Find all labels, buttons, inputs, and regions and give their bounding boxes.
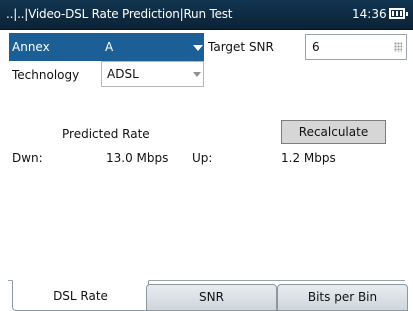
technology-select[interactable]: ADSL — [101, 61, 204, 87]
downstream-value: 13.0 Mbps — [106, 151, 169, 165]
target-snr-label: Target SNR — [208, 40, 274, 54]
tab-dsl-rate[interactable]: DSL Rate — [12, 280, 149, 311]
dropdown-arrow-icon[interactable] — [193, 45, 203, 51]
downstream-label: Dwn: — [12, 151, 43, 165]
annex-label: Annex — [12, 40, 50, 54]
target-snr-value: 6 — [312, 40, 320, 54]
annex-select[interactable]: Annex A — [9, 33, 204, 61]
upstream-value: 1.2 Mbps — [281, 151, 336, 165]
upstream-label: Up: — [192, 151, 213, 165]
keypad-icon[interactable] — [394, 42, 402, 52]
predicted-rate-heading: Predicted Rate — [62, 127, 150, 141]
technology-label: Technology — [12, 68, 80, 82]
breadcrumb-title: ..|..|Video-DSL Rate Prediction|Run Test — [6, 7, 233, 21]
title-bar: ..|..|Video-DSL Rate Prediction|Run Test… — [0, 0, 413, 30]
tab-snr[interactable]: SNR — [146, 284, 277, 311]
tab-bits-per-bin[interactable]: Bits per Bin — [277, 284, 408, 311]
dropdown-arrow-icon[interactable] — [193, 72, 201, 77]
target-snr-input[interactable]: 6 — [305, 34, 407, 60]
annex-value: A — [105, 40, 114, 54]
tab-bar: DSL Rate SNR Bits per Bin — [0, 280, 413, 311]
battery-icon — [389, 8, 408, 19]
clock: 14:36 — [352, 7, 387, 21]
recalculate-button[interactable]: Recalculate — [281, 120, 386, 144]
technology-value: ADSL — [107, 67, 139, 81]
